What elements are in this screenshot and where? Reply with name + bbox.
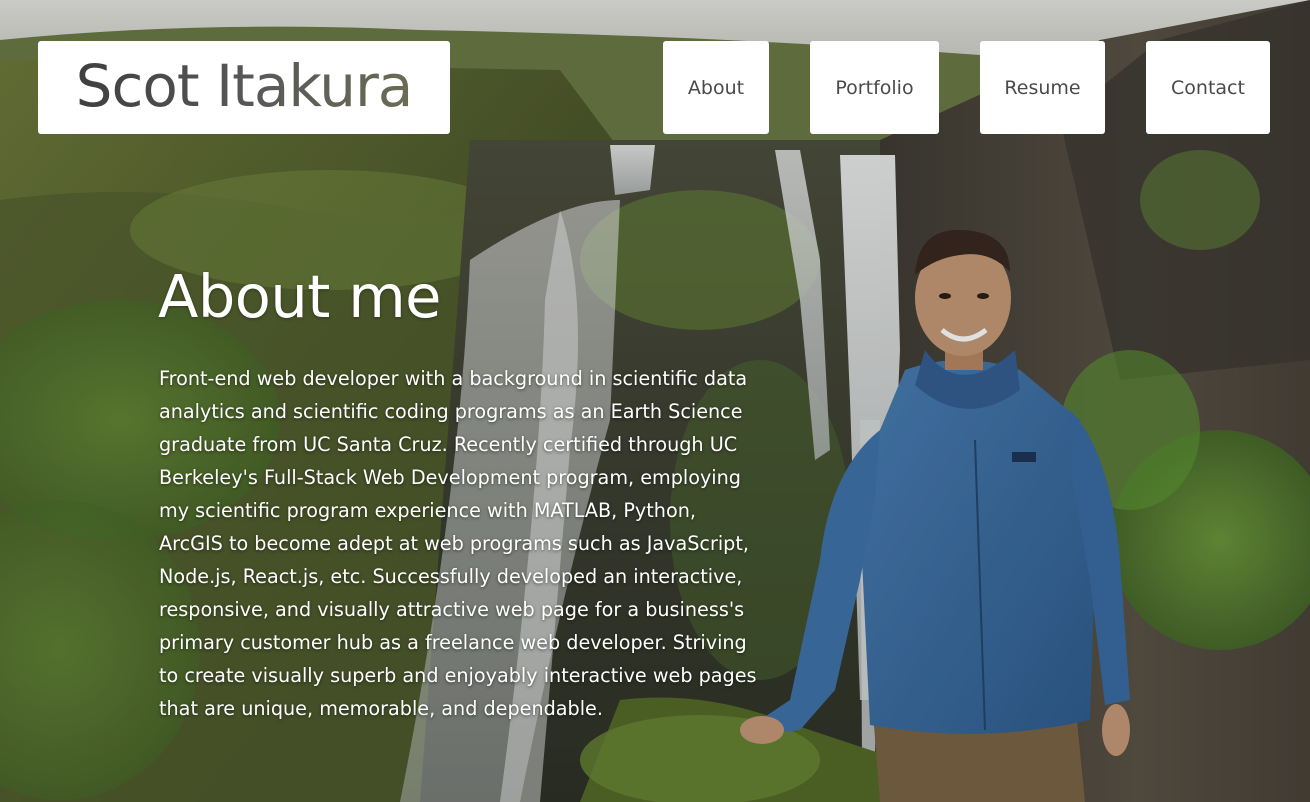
about-bio-text: Front-end web developer with a backgroun…	[159, 367, 757, 720]
nav-about-button[interactable]: About	[663, 41, 769, 134]
about-heading: About me	[158, 262, 441, 331]
nav-resume-button[interactable]: Resume	[980, 41, 1105, 134]
nav-portfolio-button[interactable]: Portfolio	[810, 41, 939, 134]
site-logo[interactable]: Scot Itakura	[76, 52, 414, 120]
logo-box[interactable]: Scot Itakura	[38, 41, 450, 134]
page: Scot Itakura About Portfolio Resume Cont…	[0, 0, 1310, 802]
nav-contact-button[interactable]: Contact	[1146, 41, 1270, 134]
